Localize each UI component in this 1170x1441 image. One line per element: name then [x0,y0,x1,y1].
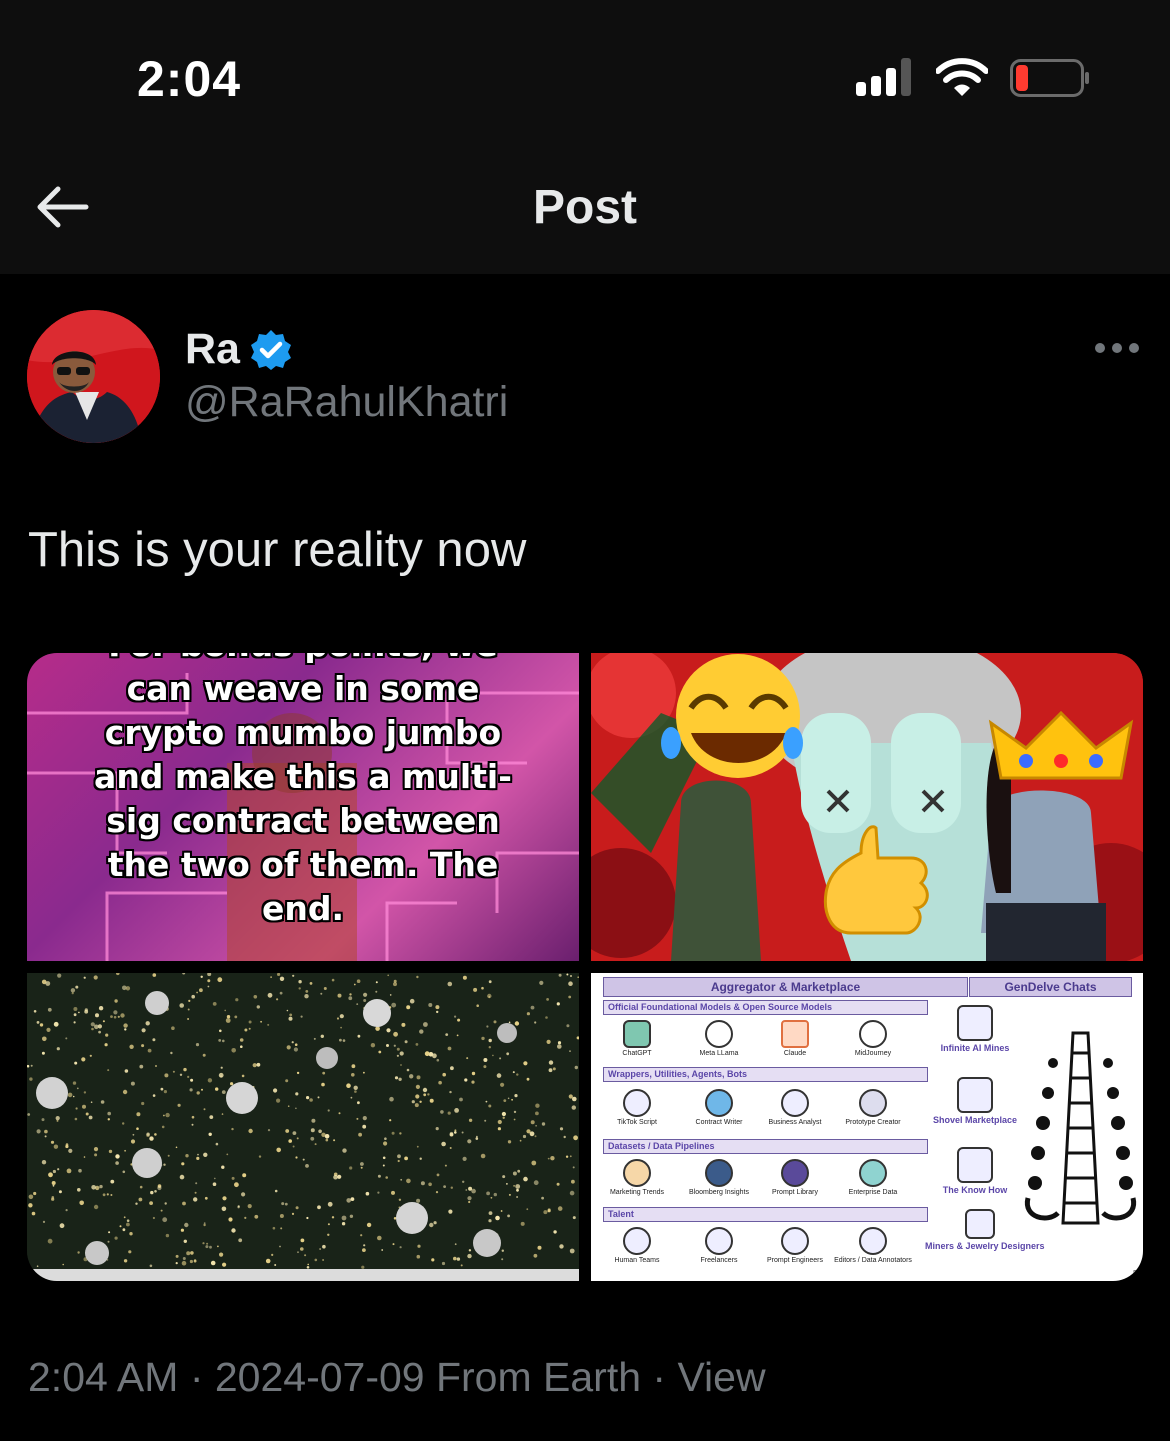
post-text: This is your reality now [28,523,527,577]
top-nav: Post [0,140,1170,274]
infographic-item: Meta LLama [679,1020,759,1057]
media-caption: For bonus points, we can weave in some c… [94,653,512,928]
media-image-1[interactable]: For bonus points, we can weave in some c… [27,653,579,961]
verified-badge-icon [251,330,291,370]
infographic-item: Editors / Data Annotators [833,1227,913,1264]
cellular-signal-icon [856,58,914,96]
media-image-4-infographic[interactable]: Aggregator & Marketplace GenDelve Chats … [591,973,1143,1281]
infographic-item: Marketing Trends [597,1159,677,1196]
infographic-right-item: Infinite AI Mines [915,1005,1035,1053]
infographic-item: TikTok Script [597,1089,677,1126]
infographic-item: Prototype Creator [833,1089,913,1126]
infographic-section-title: Official Foundational Models & Open Sour… [603,1000,928,1015]
post-timestamp: 2:04 AM · 2024-07-09 From Earth · View [28,1354,766,1400]
infographic-item: Bloomberg Insights [679,1159,759,1196]
infographic-header-left: Aggregator & Marketplace [603,977,968,997]
infographic-section-title: Wrappers, Utilities, Agents, Bots [603,1067,928,1082]
more-options-icon[interactable] [1090,330,1144,366]
infographic-item: Human Teams [597,1227,677,1264]
infographic-section-title: Talent [603,1207,928,1222]
infographic-item: Contract Writer [679,1089,759,1126]
infographic-item: Freelancers [679,1227,759,1264]
author-handle[interactable]: @RaRahulKhatri [185,378,508,427]
page-title: Post [532,181,637,234]
media-image-3[interactable] [27,973,579,1281]
media-image-2[interactable] [591,653,1143,961]
infographic-item: Prompt Library [755,1159,835,1196]
infographic-item: Business Analyst [755,1089,835,1126]
battery-icon [1010,59,1089,97]
infographic-item: ChatGPT [597,1020,677,1057]
avatar[interactable] [27,310,160,443]
tower-illustration [1024,1031,1137,1225]
infographic-right-item: Shovel Marketplace [915,1077,1035,1125]
infographic-header-right: GenDelve Chats [969,977,1132,997]
status-time: 2:04 [137,51,242,107]
infographic-item: Claude [755,1020,835,1057]
status-bar: 2:04 [0,0,1170,140]
infographic-item: Prompt Engineers [755,1227,835,1264]
infographic-item: MidJourney [833,1020,913,1057]
media-grid: For bonus points, we can weave in some c… [27,653,1143,1281]
infographic-section-title: Datasets / Data Pipelines [603,1139,928,1154]
infographic-right-item: The Know How [915,1147,1035,1195]
infographic-right-item: Miners & Jewelry Designers [925,1209,1045,1251]
infographic-page-number: 5 [1133,1270,1137,1277]
infographic-item: Enterprise Data [833,1159,913,1196]
author-name[interactable]: Ra [185,325,240,374]
wifi-icon [936,58,988,96]
